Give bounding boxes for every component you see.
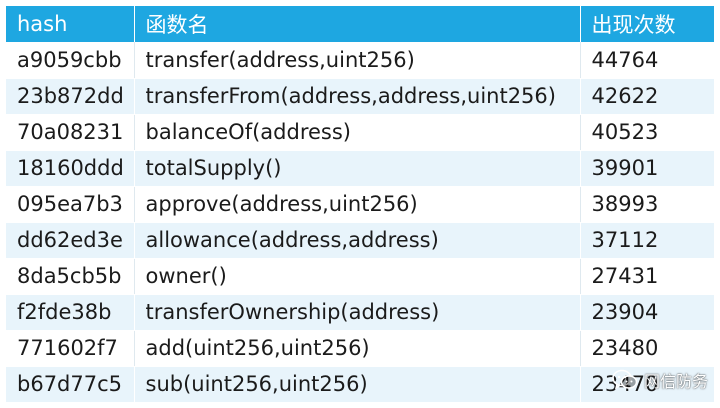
function-hash-table: hash 函数名 出现次数 a9059cbb transfer(address,… bbox=[6, 6, 714, 403]
table-row: a9059cbb transfer(address,uint256) 44764 bbox=[6, 42, 714, 79]
hash-cell: 70a08231 bbox=[6, 114, 135, 151]
header-function-name: 函数名 bbox=[134, 6, 581, 42]
count-cell: 38993 bbox=[580, 186, 714, 223]
count-cell: 37112 bbox=[580, 222, 714, 259]
hash-cell: 23b872dd bbox=[6, 78, 135, 115]
header-occurrence-count: 出现次数 bbox=[580, 6, 714, 42]
hash-cell: 095ea7b3 bbox=[6, 186, 135, 223]
function-name-cell: owner() bbox=[134, 258, 581, 295]
count-cell: 39901 bbox=[580, 150, 714, 187]
watermark: 网信防务 bbox=[612, 368, 708, 392]
function-name-cell: allowance(address,address) bbox=[134, 222, 581, 259]
table-row: 23b872dd transferFrom(address,address,ui… bbox=[6, 78, 714, 115]
function-name-cell: balanceOf(address) bbox=[134, 114, 581, 151]
function-name-cell: add(uint256,uint256) bbox=[134, 330, 581, 367]
table-row: 8da5cb5b owner() 27431 bbox=[6, 258, 714, 295]
hash-cell: b67d77c5 bbox=[6, 366, 135, 403]
table-row: b67d77c5 sub(uint256,uint256) 23470 bbox=[6, 366, 714, 403]
count-cell: 23480 bbox=[580, 330, 714, 367]
hash-cell: a9059cbb bbox=[6, 42, 135, 79]
function-name-cell: totalSupply() bbox=[134, 150, 581, 187]
table-row: dd62ed3e allowance(address,address) 3711… bbox=[6, 222, 714, 259]
hash-cell: 771602f7 bbox=[6, 330, 135, 367]
wechat-icon bbox=[612, 369, 638, 391]
hash-cell: dd62ed3e bbox=[6, 222, 135, 259]
function-name-cell: transfer(address,uint256) bbox=[134, 42, 581, 79]
function-name-cell: approve(address,uint256) bbox=[134, 186, 581, 223]
watermark-text: 网信防务 bbox=[643, 372, 708, 391]
hash-cell: f2fde38b bbox=[6, 294, 135, 331]
table-row: f2fde38b transferOwnership(address) 2390… bbox=[6, 294, 714, 331]
table-row: 70a08231 balanceOf(address) 40523 bbox=[6, 114, 714, 151]
count-cell: 42622 bbox=[580, 78, 714, 115]
hash-cell: 8da5cb5b bbox=[6, 258, 135, 295]
count-cell: 23904 bbox=[580, 294, 714, 331]
table-row: 771602f7 add(uint256,uint256) 23480 bbox=[6, 330, 714, 367]
table-row: 095ea7b3 approve(address,uint256) 38993 bbox=[6, 186, 714, 223]
count-cell: 27431 bbox=[580, 258, 714, 295]
page: hash 函数名 出现次数 a9059cbb transfer(address,… bbox=[0, 0, 720, 408]
table-header-row: hash 函数名 出现次数 bbox=[6, 6, 714, 42]
table-row: 18160ddd totalSupply() 39901 bbox=[6, 150, 714, 187]
function-name-cell: transferOwnership(address) bbox=[134, 294, 581, 331]
function-name-cell: transferFrom(address,address,uint256) bbox=[134, 78, 581, 115]
header-hash: hash bbox=[6, 6, 135, 42]
hash-cell: 18160ddd bbox=[6, 150, 135, 187]
count-cell: 40523 bbox=[580, 114, 714, 151]
function-name-cell: sub(uint256,uint256) bbox=[134, 366, 581, 403]
count-cell: 44764 bbox=[580, 42, 714, 79]
